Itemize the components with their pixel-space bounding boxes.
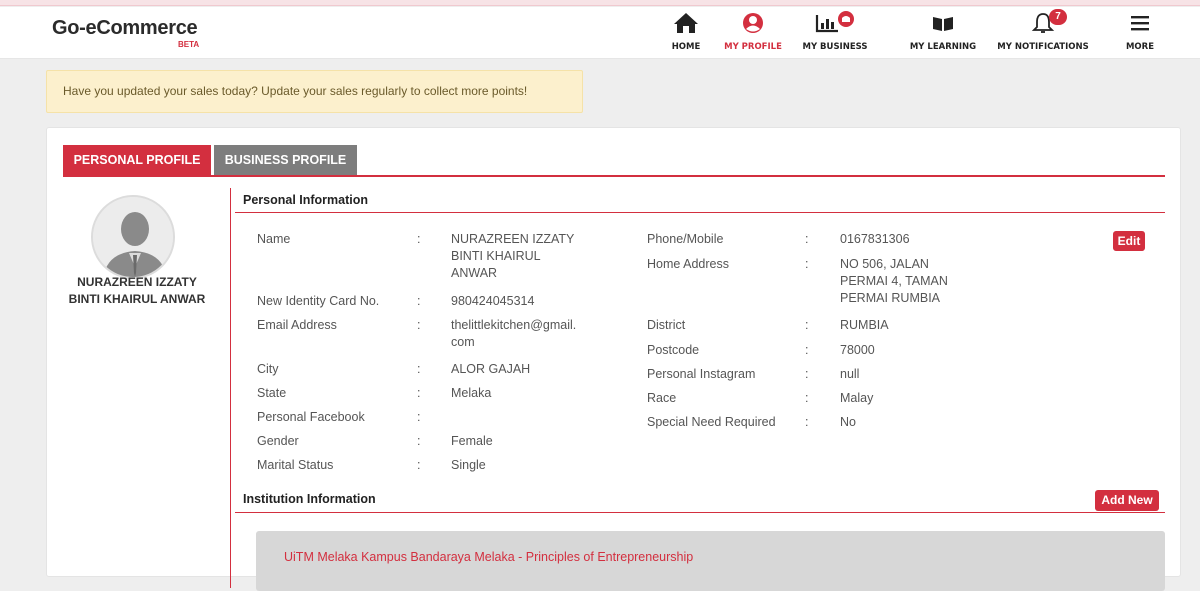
field-value: Malay xyxy=(840,391,874,405)
field-value: 0167831306 xyxy=(840,232,910,246)
email-line1: thelittlekitchen@gmail. xyxy=(451,318,577,332)
institution-item[interactable]: UiTM Melaka Kampus Bandaraya Melaka - Pr… xyxy=(256,531,1165,591)
field-value: RUMBIA xyxy=(840,318,889,332)
field-value: Female xyxy=(451,434,493,448)
institution-information-title: Institution Information xyxy=(243,492,376,506)
field-value: Melaka xyxy=(451,386,492,400)
name-line3: ANWAR xyxy=(451,266,498,280)
avatar xyxy=(91,195,175,279)
bar-chart-icon xyxy=(815,11,854,33)
nav-home-label: HOME xyxy=(671,42,701,52)
field-label: Name xyxy=(257,232,291,246)
book-icon xyxy=(933,17,953,31)
sales-reminder-alert: Have you updated your sales today? Updat… xyxy=(46,70,583,113)
field-colon: : xyxy=(805,257,809,271)
field-label: Gender xyxy=(257,434,299,448)
field-label: Personal Facebook xyxy=(257,410,365,424)
field-value: null xyxy=(840,367,860,381)
name-line1: NURAZREEN IZZATY xyxy=(451,232,575,246)
field-label: Phone/Mobile xyxy=(647,232,724,246)
edit-button[interactable]: Edit xyxy=(1113,231,1145,251)
field-value: 78000 xyxy=(840,343,875,357)
field-label: Home Address xyxy=(647,257,729,271)
profile-tabs: PERSONAL PROFILE BUSINESS PROFILE xyxy=(63,145,1165,177)
brand-logo[interactable]: Go-eCommerce xyxy=(52,17,198,40)
field-colon: : xyxy=(417,434,421,448)
top-accent-strip xyxy=(0,0,1200,6)
field-colon: : xyxy=(805,415,809,429)
field-colon: : xyxy=(805,318,809,332)
profile-name-line2: BINTI KHAIRUL ANWAR xyxy=(68,292,206,306)
nav-more-label: MORE xyxy=(1125,42,1155,52)
field-colon: : xyxy=(417,318,421,332)
field-colon: : xyxy=(417,386,421,400)
field-label: City xyxy=(257,362,279,376)
field-colon: : xyxy=(417,362,421,376)
notification-count-badge: 7 xyxy=(1049,9,1067,25)
field-label: Email Address xyxy=(257,318,337,332)
beta-tag: BETA xyxy=(178,40,200,49)
field-colon: : xyxy=(417,232,421,246)
home-icon xyxy=(674,13,698,33)
address-line2: PERMAI 4, TAMAN xyxy=(840,274,948,288)
name-line2: BINTI KHAIRUL xyxy=(451,249,541,263)
tab-personal-profile[interactable]: PERSONAL PROFILE xyxy=(63,145,211,175)
nav-more[interactable]: MORE xyxy=(1120,11,1160,52)
field-label: Race xyxy=(647,391,677,405)
institution-item-text[interactable]: UiTM Melaka Kampus Bandaraya Melaka - Pr… xyxy=(284,550,693,564)
address-line3: PERMAI RUMBIA xyxy=(840,291,941,305)
field-label: New Identity Card No. xyxy=(257,294,380,308)
nav-my-business[interactable]: MY BUSINESS xyxy=(800,11,870,52)
personal-information-title: Personal Information xyxy=(243,193,369,207)
field-label: Postcode xyxy=(647,343,700,357)
profile-card: PERSONAL PROFILE BUSINESS PROFILE NURAZR… xyxy=(46,127,1181,591)
address-line1: NO 506, JALAN xyxy=(840,257,929,271)
nav-my-learning[interactable]: MY LEARNING xyxy=(908,11,978,52)
nav-my-business-label: MY BUSINESS xyxy=(802,42,868,52)
field-value: NURAZREEN IZZATY BINTI KHAIRUL ANWAR xyxy=(451,231,601,282)
top-navbar: Go-eCommerce BETA HOME MY PROFILE MY BUS… xyxy=(0,7,1200,59)
field-label: State xyxy=(257,386,287,400)
nav-my-learning-label: MY LEARNING xyxy=(909,42,977,52)
user-silhouette-icon xyxy=(93,197,173,277)
field-label: Personal Instagram xyxy=(647,367,756,381)
field-label: District xyxy=(647,318,686,332)
field-value: NO 506, JALAN PERMAI 4, TAMAN PERMAI RUMBI… xyxy=(840,256,990,307)
field-value: ALOR GAJAH xyxy=(451,362,531,376)
tab-business-profile[interactable]: BUSINESS PROFILE xyxy=(214,145,357,175)
nav-my-profile-label: MY PROFILE xyxy=(724,42,782,52)
field-colon: : xyxy=(417,294,421,308)
field-value: No xyxy=(840,415,856,429)
profile-name-line1: NURAZREEN IZZATY xyxy=(77,275,197,289)
field-colon: : xyxy=(417,410,421,424)
personal-information-rule xyxy=(235,212,1165,213)
section-divider-vertical xyxy=(230,188,231,588)
field-colon: : xyxy=(805,391,809,405)
field-colon: : xyxy=(805,367,809,381)
field-value: Single xyxy=(451,458,486,472)
user-icon xyxy=(743,13,763,33)
nav-my-notifications[interactable]: 7 MY NOTIFICATIONS xyxy=(997,9,1089,52)
nav-my-profile[interactable]: MY PROFILE xyxy=(722,11,784,52)
menu-icon xyxy=(1131,16,1149,31)
field-colon: : xyxy=(805,343,809,357)
field-colon: : xyxy=(805,232,809,246)
profile-name: NURAZREEN IZZATY BINTI KHAIRUL ANWAR xyxy=(47,274,227,308)
field-label: Special Need Required xyxy=(647,415,776,429)
nav-my-notifications-label: MY NOTIFICATIONS xyxy=(997,42,1089,52)
add-new-button[interactable]: Add New xyxy=(1095,490,1159,511)
field-value: 980424045314 xyxy=(451,294,535,308)
field-colon: : xyxy=(417,458,421,472)
nav-home[interactable]: HOME xyxy=(664,11,708,52)
email-line2: com xyxy=(451,335,475,349)
institution-information-rule xyxy=(235,512,1165,513)
field-value: thelittlekitchen@gmail. com xyxy=(451,317,611,351)
field-label: Marital Status xyxy=(257,458,334,472)
